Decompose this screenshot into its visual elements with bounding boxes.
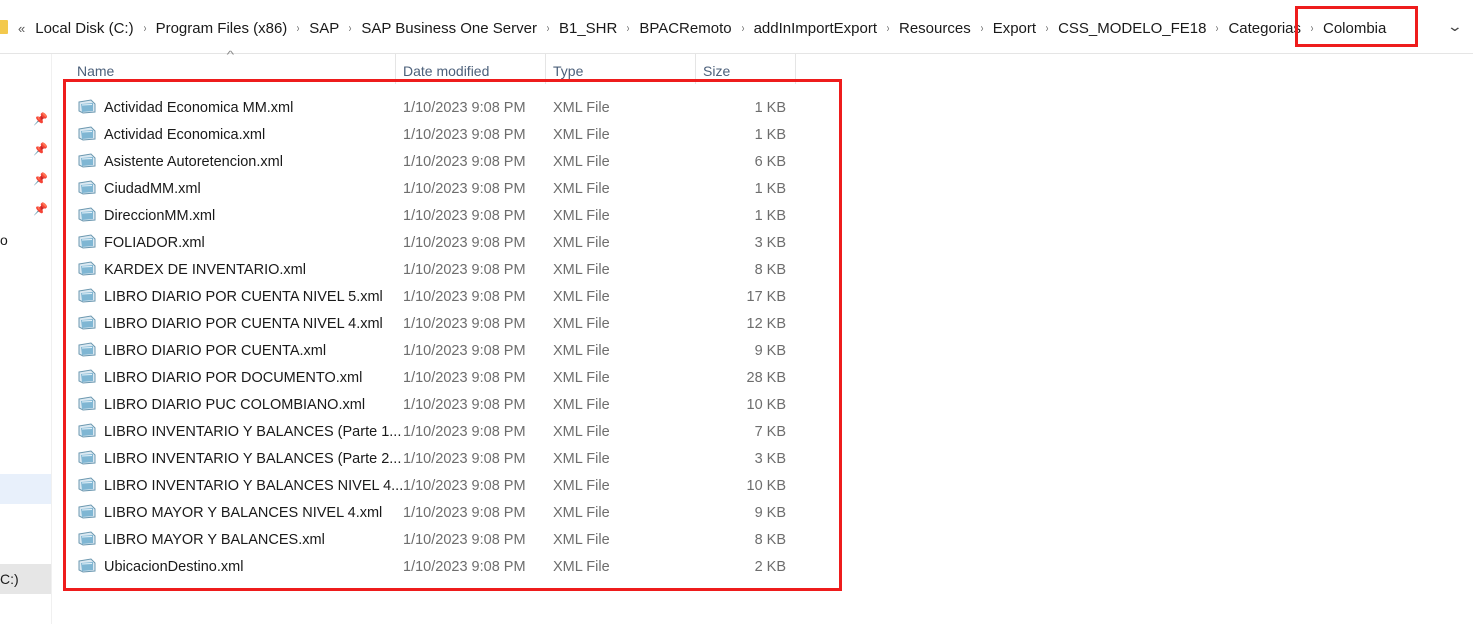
breadcrumb-local-disk[interactable]: Local Disk (C:)	[35, 20, 133, 37]
pin-icon[interactable]: 📌	[33, 172, 48, 186]
breadcrumb-separator-icon[interactable]: ›	[297, 21, 300, 35]
breadcrumb-b1-shr[interactable]: B1_SHR	[559, 20, 617, 37]
column-header-date-label: Date modified	[403, 63, 490, 79]
breadcrumb-separator-icon[interactable]: ›	[741, 21, 744, 35]
navigation-pane: 📌 📌 📌 📌 o C:)	[0, 54, 52, 624]
breadcrumb-resources[interactable]: Resources	[899, 20, 971, 37]
breadcrumb-css-modelo-fe18[interactable]: CSS_MODELO_FE18	[1058, 20, 1206, 37]
breadcrumb-sap[interactable]: SAP	[309, 20, 339, 37]
breadcrumb-overflow-button[interactable]: «	[18, 21, 25, 36]
address-bar[interactable]: « Local Disk (C:) › Program Files (x86) …	[0, 0, 1473, 54]
nav-item-local-disk[interactable]: C:)	[0, 564, 51, 594]
breadcrumb-separator-icon[interactable]: ›	[1216, 21, 1219, 35]
pin-icon[interactable]: 📌	[33, 142, 48, 156]
sort-ascending-icon: ^	[226, 50, 235, 61]
chevron-down-icon[interactable]: ⌄	[1447, 18, 1463, 35]
pin-icon[interactable]: 📌	[33, 112, 48, 126]
nav-item-fragment[interactable]: o	[0, 232, 8, 248]
breadcrumb-program-files[interactable]: Program Files (x86)	[156, 20, 288, 37]
breadcrumb-separator-icon[interactable]: ›	[547, 21, 550, 35]
breadcrumb-bpacremoto[interactable]: BPACRemoto	[639, 20, 731, 37]
column-header-name-label: Name	[77, 63, 115, 79]
breadcrumb-addinimportexport[interactable]: addInImportExport	[754, 20, 877, 37]
breadcrumb-categorias[interactable]: Categorias	[1228, 20, 1301, 37]
breadcrumb-separator-icon[interactable]: ›	[627, 21, 630, 35]
breadcrumb-separator-icon[interactable]: ›	[980, 21, 983, 35]
folder-icon	[0, 20, 8, 34]
annotation-highlight-file-list	[63, 79, 842, 591]
breadcrumb-export[interactable]: Export	[993, 20, 1036, 37]
annotation-highlight-current-folder	[1295, 6, 1418, 47]
breadcrumb-separator-icon[interactable]: ›	[1046, 21, 1049, 35]
nav-item-selected[interactable]	[0, 474, 51, 504]
breadcrumb-separator-icon[interactable]: ›	[349, 21, 352, 35]
pin-icon[interactable]: 📌	[33, 202, 48, 216]
breadcrumb: « Local Disk (C:) › Program Files (x86) …	[18, 17, 1386, 39]
column-header-size-label: Size	[703, 63, 731, 79]
breadcrumb-sap-business-one-server[interactable]: SAP Business One Server	[361, 20, 537, 37]
breadcrumb-separator-icon[interactable]: ›	[887, 21, 890, 35]
breadcrumb-separator-icon[interactable]: ›	[143, 21, 146, 35]
column-header-type-label: Type	[553, 63, 584, 79]
